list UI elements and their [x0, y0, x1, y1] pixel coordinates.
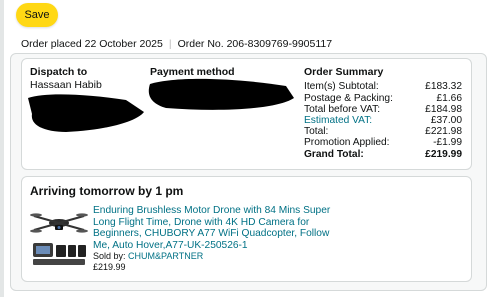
summary-row-promotion: Promotion Applied: -£1.99: [304, 137, 462, 149]
summary-row-subtotal: Item(s) Subtotal: £183.32: [304, 81, 462, 93]
summary-row-grand-total: Grand Total: £219.99: [304, 149, 462, 161]
summary-label: Grand Total:: [304, 149, 364, 160]
order-summary-heading: Order Summary: [304, 66, 384, 78]
sold-by-label: Sold by:: [93, 251, 126, 261]
redacted-payment: [148, 78, 294, 110]
redacted-address: [28, 94, 144, 132]
left-frame-edge: [0, 0, 4, 297]
product-price: £219.99: [93, 262, 126, 272]
order-number: Order No. 206-8309769-9905117: [177, 38, 333, 50]
summary-value: £183.32: [425, 81, 462, 92]
summary-label: Item(s) Subtotal:: [304, 81, 379, 92]
sold-by: Sold by: CHUM&PARTNER: [93, 251, 203, 261]
order-header-divider: |: [168, 38, 172, 50]
save-button[interactable]: Save: [16, 3, 58, 27]
seller-link[interactable]: CHUM&PARTNER: [128, 251, 203, 261]
summary-value: -£1.99: [433, 137, 462, 148]
dispatch-heading: Dispatch to: [30, 66, 88, 78]
summary-value: £219.99: [425, 149, 462, 160]
summary-label: Promotion Applied:: [304, 137, 390, 148]
drone-product-image[interactable]: [30, 203, 88, 268]
product-title-link[interactable]: Enduring Brushless Motor Drone with 84 M…: [93, 205, 333, 251]
delivery-estimate: Arriving tomorrow by 1 pm: [30, 184, 184, 198]
order-header: Order placed 22 October 2025 | Order No. 2…: [21, 38, 332, 50]
order-placed-date: Order placed 22 October 2025: [21, 38, 163, 50]
